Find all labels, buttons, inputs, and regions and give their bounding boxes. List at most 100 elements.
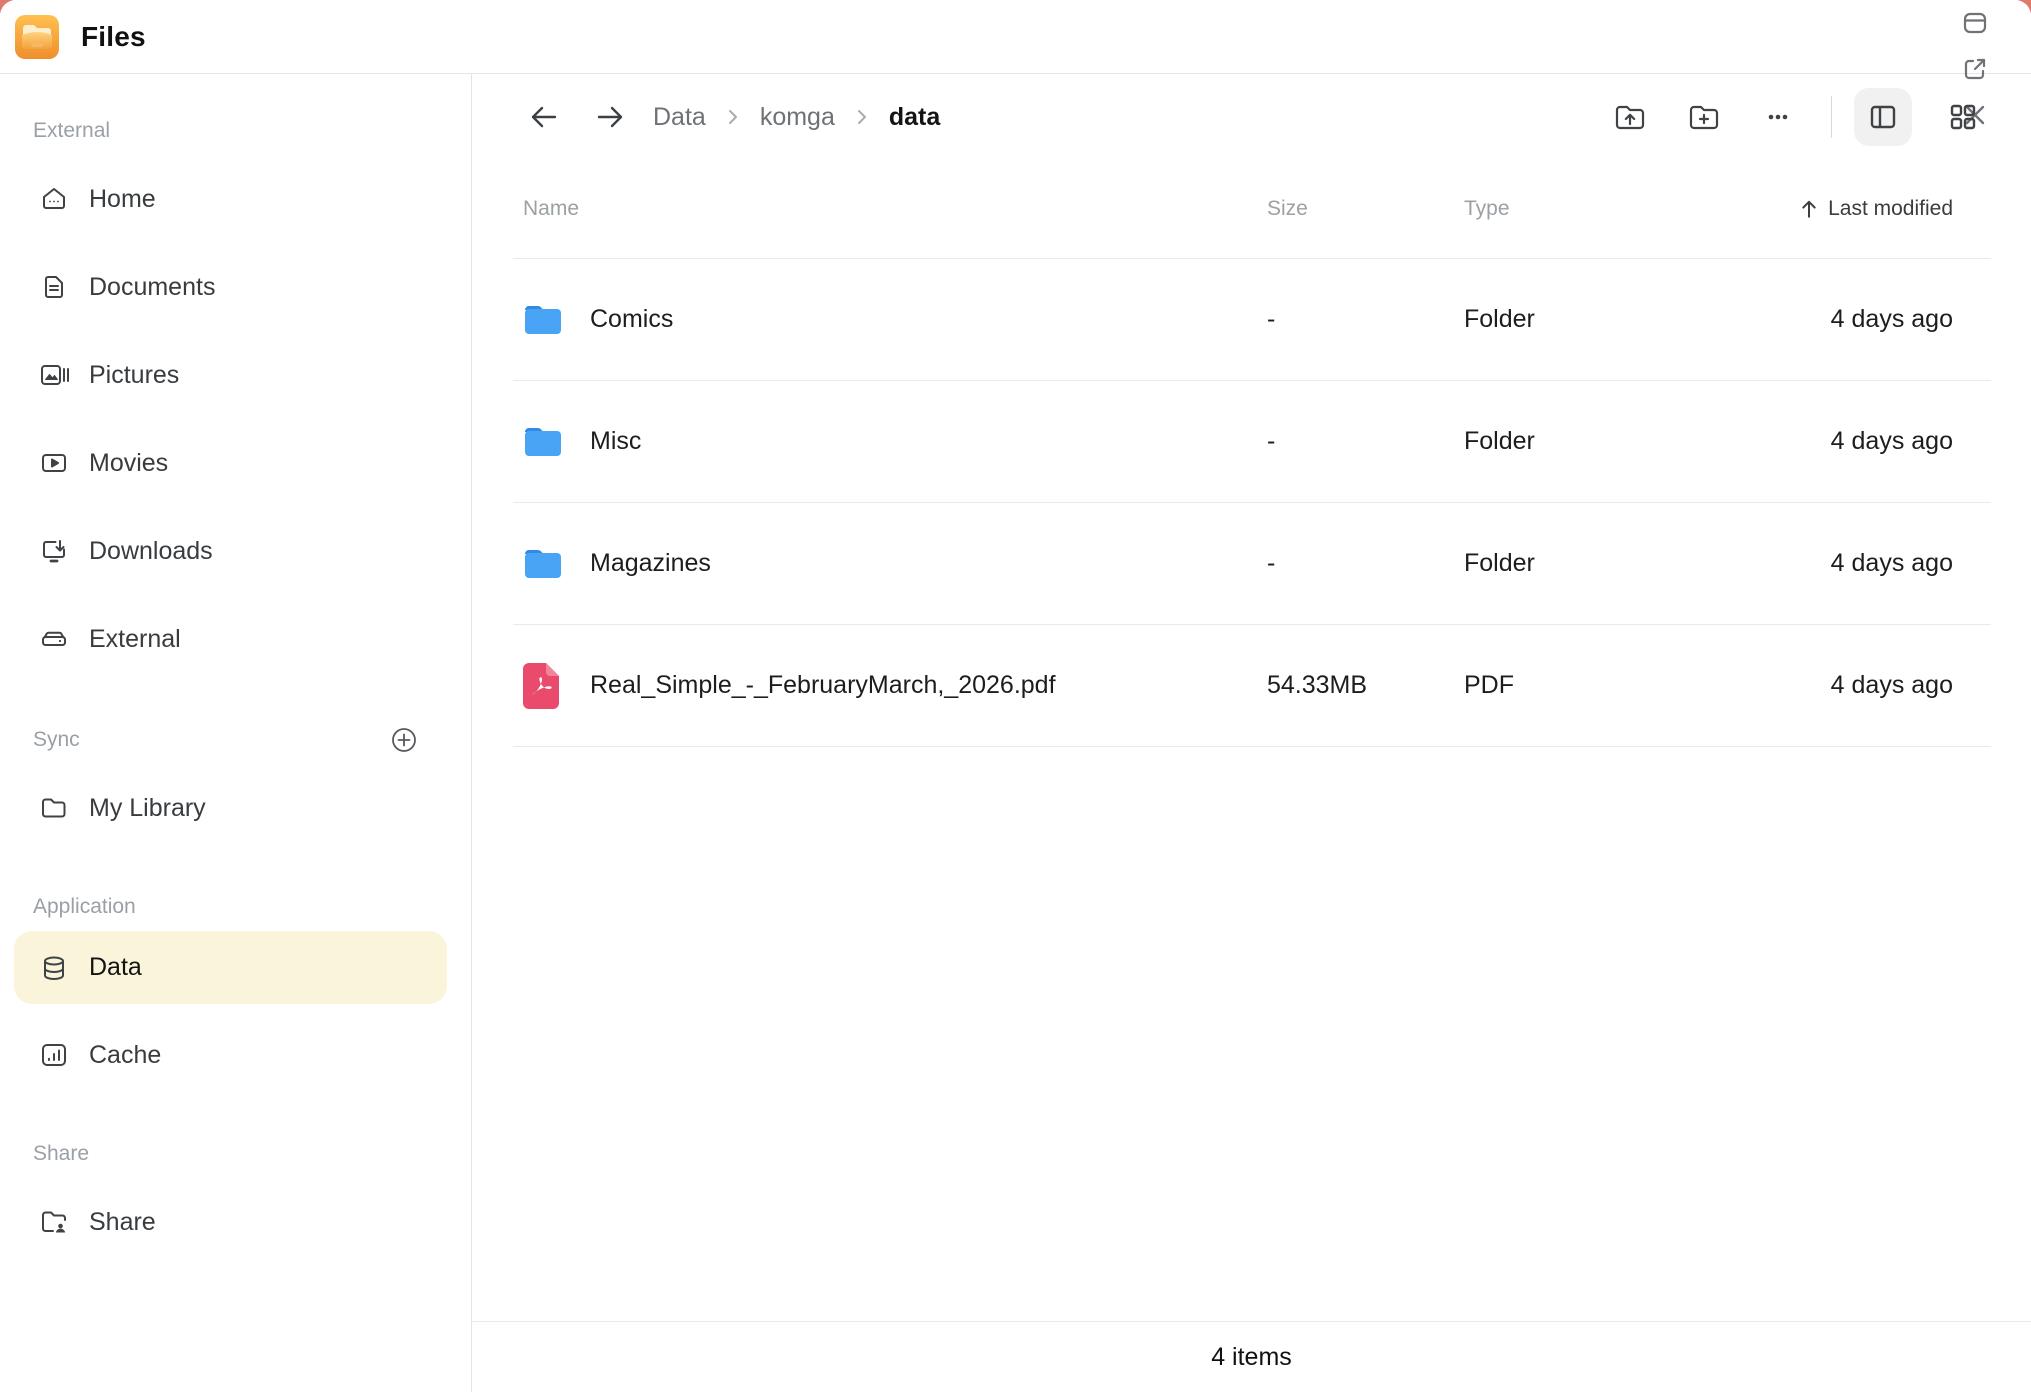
sidebar-item-label: Pictures (89, 361, 179, 390)
section-header-sync: Sync (33, 726, 419, 754)
title-bar: Files (0, 0, 2031, 74)
toolbar-actions (1575, 98, 1797, 136)
chevron-right-icon (723, 107, 743, 127)
sidebar-item-my-library[interactable]: My Library (14, 764, 447, 852)
section-items: Home Documents Pictures Movies Downloads Exte… (0, 155, 471, 683)
files-app-icon (15, 15, 59, 59)
movies-icon (39, 448, 69, 478)
list-view-button[interactable] (1854, 88, 1912, 146)
table-header: Name Size Type Last modified (513, 160, 1991, 259)
sidebar-item-label: Downloads (89, 537, 213, 566)
column-header-modified-label: Last modified (1828, 197, 1953, 221)
sidebar-item-downloads[interactable]: Downloads (14, 507, 447, 595)
files-app-window: Files External Home Documents Pictures Movie… (0, 0, 2031, 1392)
file-name-cell: Comics (513, 296, 1267, 344)
upload-to-folder-button[interactable] (1611, 98, 1649, 136)
app-title: Files (81, 21, 146, 53)
sidebar-item-label: Data (89, 953, 142, 982)
file-size: 54.33MB (1267, 671, 1464, 700)
sidebar-item-label: Share (89, 1208, 156, 1237)
sidebar-item-label: My Library (89, 794, 206, 823)
sidebar-item-share[interactable]: Share (14, 1178, 447, 1266)
breadcrumb-data[interactable]: Data (653, 103, 706, 132)
main-panel: Datakomgadata Name Size Type Last modifi… (472, 74, 2031, 1392)
file-name: Misc (590, 427, 641, 456)
file-table: Name Size Type Last modified Comics-Fold… (472, 160, 2031, 1392)
share-folder-icon (39, 1207, 69, 1237)
file-modified: 4 days ago (1764, 549, 1991, 578)
file-name-cell: Real_Simple_-_FebruaryMarch,_2026.pdf (513, 662, 1267, 710)
sidebar-item-label: Home (89, 185, 156, 214)
sidebar-item-home[interactable]: Home (14, 155, 447, 243)
maximize-button[interactable] (1961, 9, 1998, 37)
column-header-size[interactable]: Size (1267, 197, 1464, 221)
chevron-right-icon (852, 107, 872, 127)
item-count: 4 items (1211, 1343, 1292, 1372)
sidebar-item-label: Cache (89, 1041, 161, 1070)
new-folder-button[interactable] (1685, 98, 1723, 136)
sort-ascending-icon (1798, 198, 1820, 220)
grid-view-button[interactable] (1934, 88, 1992, 146)
file-modified: 4 days ago (1764, 427, 1991, 456)
file-size: - (1267, 549, 1464, 578)
sidebar-item-data[interactable]: Data (14, 931, 447, 1004)
folder-icon (523, 296, 563, 344)
empty-area (472, 747, 2031, 1321)
sidebar-item-movies[interactable]: Movies (14, 419, 447, 507)
column-header-name[interactable]: Name (513, 197, 1267, 221)
section-label: External (33, 119, 110, 143)
pictures-icon (39, 360, 69, 390)
downloads-icon (39, 536, 69, 566)
sidebar: External Home Documents Pictures Movies Downl… (0, 74, 472, 1392)
file-row-comics[interactable]: Comics -Folder4 days ago (513, 259, 1991, 381)
file-modified: 4 days ago (1764, 671, 1991, 700)
folder-icon (523, 540, 563, 588)
more-options-button[interactable] (1759, 98, 1797, 136)
section-items: Data Cache (0, 931, 471, 1099)
folder-outline-icon (39, 793, 69, 823)
file-name: Comics (590, 305, 673, 334)
file-type: PDF (1464, 671, 1764, 700)
section-label: Share (33, 1142, 89, 1166)
cache-chart-icon (39, 1040, 69, 1070)
sidebar-item-pictures[interactable]: Pictures (14, 331, 447, 419)
file-size: - (1267, 305, 1464, 334)
file-type: Folder (1464, 305, 1764, 334)
breadcrumb: Datakomgadata (653, 103, 940, 132)
navigation-toolbar: Datakomgadata (472, 74, 2031, 160)
folder-icon (523, 418, 563, 466)
sidebar-item-label: External (89, 625, 181, 654)
file-name: Magazines (590, 549, 711, 578)
back-button[interactable] (527, 100, 561, 134)
sidebar-item-cache[interactable]: Cache (14, 1011, 447, 1099)
file-type: Folder (1464, 549, 1764, 578)
documents-icon (39, 272, 69, 302)
column-header-type[interactable]: Type (1464, 197, 1764, 221)
file-row-misc[interactable]: Misc -Folder4 days ago (513, 381, 1991, 503)
view-mode-switch (1832, 88, 1992, 146)
drive-icon (39, 624, 69, 654)
file-name: Real_Simple_-_FebruaryMarch,_2026.pdf (590, 671, 1056, 700)
section-header-application: Application (33, 893, 419, 921)
status-bar: 4 items (472, 1321, 2031, 1392)
sidebar-item-label: Movies (89, 449, 168, 478)
section-label: Application (33, 895, 136, 919)
file-modified: 4 days ago (1764, 305, 1991, 334)
file-size: - (1267, 427, 1464, 456)
section-header-share: Share (33, 1140, 419, 1168)
file-row-magazines[interactable]: Magazines -Folder4 days ago (513, 503, 1991, 625)
database-icon (39, 953, 69, 983)
sidebar-item-external[interactable]: External (14, 595, 447, 683)
section-items: My Library (0, 764, 471, 852)
breadcrumb-komga[interactable]: komga (760, 103, 835, 132)
file-type: Folder (1464, 427, 1764, 456)
file-name-cell: Misc (513, 418, 1267, 466)
sidebar-item-documents[interactable]: Documents (14, 243, 447, 331)
file-name-cell: Magazines (513, 540, 1267, 588)
file-row-real-simple-februarymarch-2026-pdf[interactable]: Real_Simple_-_FebruaryMarch,_2026.pdf 54.… (513, 625, 1991, 747)
column-header-modified[interactable]: Last modified (1764, 197, 1991, 221)
add-sync-button[interactable] (389, 725, 419, 755)
home-icon (39, 184, 69, 214)
pdf-icon (523, 662, 563, 710)
forward-button[interactable] (593, 100, 627, 134)
